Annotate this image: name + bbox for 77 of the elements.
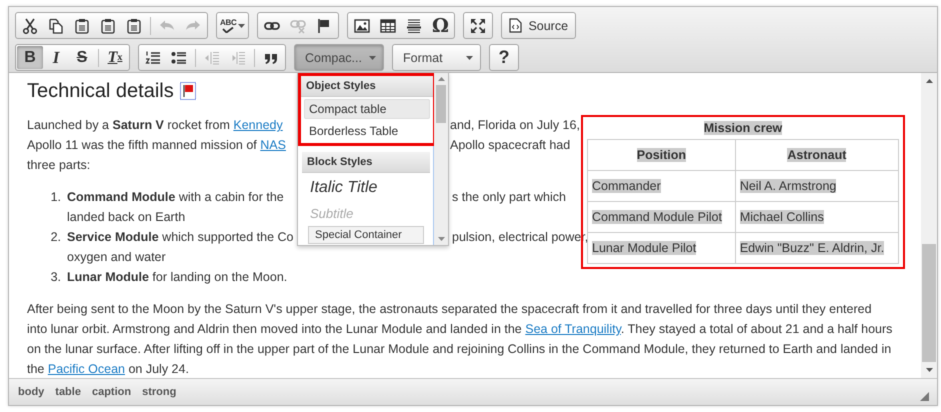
scrollbar-thumb[interactable]	[436, 85, 446, 123]
image-icon	[354, 18, 370, 34]
paragraph-text: Apollo 11 was the fifth manned mission of	[27, 138, 258, 152]
spellcheck-button[interactable]: ABC	[218, 14, 248, 37]
table-cell: Edwin "Buzz" E. Aldrin, Jr.	[740, 241, 884, 255]
clipboard-icon	[100, 18, 116, 34]
paragraph: After being sent to the Moon by the Saturn V's upper stage, the astronauts separated the spacecraft from it and travelled for three days until they entered into lunar orbit. Armstrong and Aldrin then moved into the Lunar Module and landed in the Sea of Tranquility. They stayed a total of about 21 and a half hours on the lunar surface. After lifting off in the upper part of the Lunar Module and rejoining Collins in the Command Module, they returned to Earth and landed in the Pacific Ocean on July 24.	[27, 301, 894, 378]
document-icon	[509, 18, 522, 33]
list-number: 3.	[50, 269, 62, 286]
caret-icon	[466, 56, 473, 60]
list-number: 1.	[50, 189, 62, 206]
table-cell: Command Module Pilot	[592, 210, 722, 224]
element-path-link[interactable]: body	[17, 384, 44, 400]
check-icon	[222, 26, 234, 32]
scrollbar[interactable]	[921, 73, 937, 378]
list-item-text: Lunar Module for landing on the Moon.	[67, 270, 288, 284]
table-cell: Neil A. Armstrong	[740, 179, 836, 193]
link[interactable]: Pacific Ocean	[48, 362, 125, 376]
scrollbar[interactable]	[434, 73, 448, 245]
column-header: Position	[636, 148, 686, 162]
list-item-text: Command Module with a cabin for the	[67, 190, 284, 204]
list-item-text: oxygen and water	[67, 250, 166, 264]
scroll-up-arrow-icon[interactable]	[438, 77, 444, 81]
element-path-link[interactable]: strong	[141, 384, 176, 400]
element-path-link[interactable]: caption	[90, 384, 132, 400]
menu-item[interactable]: Borderless Table	[304, 121, 430, 141]
italic-button[interactable]: I	[43, 46, 69, 69]
maximize-icon	[470, 18, 486, 34]
table-icon	[380, 18, 396, 34]
scroll-down-arrow-icon[interactable]	[438, 237, 444, 241]
menu-item[interactable]: Special Container	[308, 226, 424, 244]
menu-section-title: Block Styles	[302, 152, 430, 173]
resize-grip-icon[interactable]	[920, 392, 929, 400]
paragraph-text: Launched by a Saturn V rocket from	[27, 118, 231, 132]
list-item-text: landed back on Earth	[67, 210, 186, 224]
table-cell: Lunar Module Pilot	[592, 241, 696, 255]
style-dropdown[interactable]: Compac...	[294, 44, 384, 71]
table-cell: Commander	[592, 179, 661, 193]
scroll-up-arrow-icon[interactable]	[926, 79, 932, 83]
table-caption: Mission crew	[704, 121, 782, 135]
list-item-text: s the only part which	[452, 189, 566, 206]
special-character-button[interactable]: Ω	[427, 14, 454, 37]
menu-section-title: Object Styles	[301, 76, 433, 97]
paragraph-text: three parts:	[27, 158, 90, 172]
menu-item[interactable]: Compact table	[304, 99, 430, 119]
bullet-list-icon	[171, 50, 187, 66]
list-item-text: Service Module which supported the Co	[67, 230, 294, 244]
column-header: Astronaut	[787, 148, 846, 162]
scroll-down-arrow-icon[interactable]	[926, 368, 932, 372]
source-button[interactable]: Source	[503, 14, 574, 37]
table-cell: Michael Collins	[740, 210, 824, 224]
caret-icon	[369, 56, 376, 60]
link[interactable]: Sea of Tranquility	[525, 322, 621, 336]
outdent-icon	[204, 50, 220, 66]
clipboard-icon	[74, 18, 90, 34]
anchor-flag-icon	[180, 82, 196, 100]
link[interactable]: NAS	[260, 138, 286, 152]
caret-icon	[238, 24, 246, 28]
scissors-icon	[22, 18, 38, 34]
menu-item[interactable]: Italic Title	[305, 175, 427, 201]
clipboard-icon	[126, 18, 142, 34]
numbered-list-icon	[145, 50, 161, 66]
list-number: 2.	[50, 229, 62, 246]
paragraph-text: and, Florida on July 16,	[450, 117, 580, 134]
unlink-icon	[290, 18, 306, 34]
copy-icon	[48, 18, 64, 34]
scrollbar-thumb[interactable]	[922, 244, 936, 362]
style-dropdown[interactable]: Format	[392, 44, 481, 71]
heading: Technical details	[27, 79, 174, 104]
link[interactable]: Kennedy	[233, 118, 283, 132]
strikethrough-button[interactable]: S	[69, 46, 95, 69]
bold-button[interactable]: B	[17, 46, 43, 69]
help-button[interactable]: ?	[491, 46, 517, 69]
element-path-link[interactable]: table	[54, 384, 81, 400]
paragraph-text: Apollo spacecraft had	[450, 137, 570, 154]
indent-icon	[230, 50, 246, 66]
horizontal-line-icon	[406, 18, 422, 34]
